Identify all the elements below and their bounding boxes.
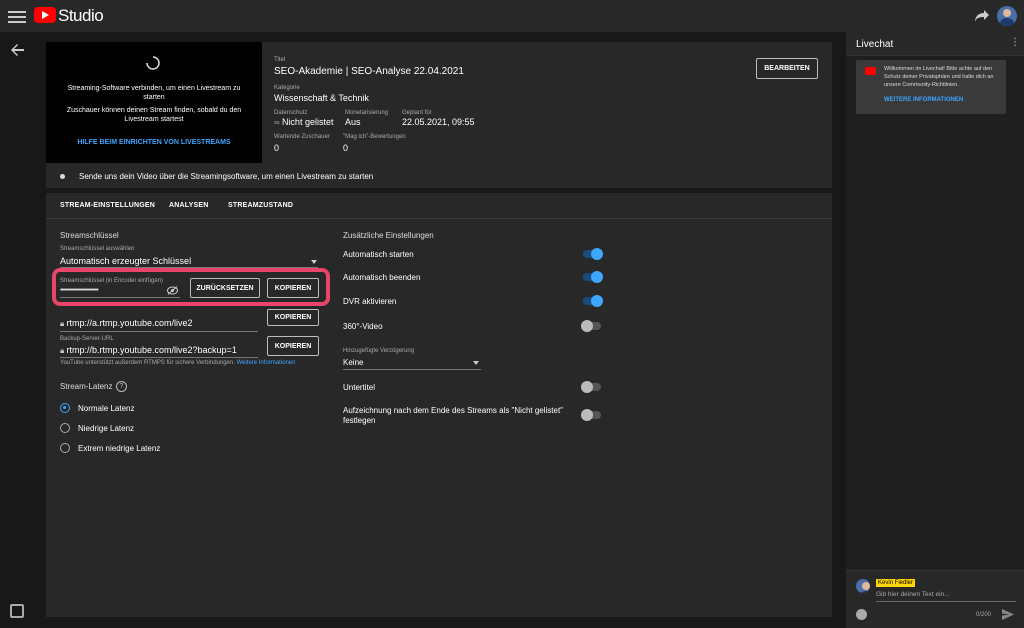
scheduled-label: Geplant für <box>402 110 432 116</box>
emoji-icon[interactable] <box>856 609 867 620</box>
likes-label: "Mag ich"-Bewertungen <box>343 134 406 140</box>
avatar[interactable] <box>997 6 1017 26</box>
help-icon[interactable]: ? <box>116 381 127 392</box>
chat-input-area: Kevin Fiedler Gib hier deinen Text ein..… <box>846 570 1024 628</box>
tab-bar: STREAM-EINSTELLUNGEN ANALYSEN STREAMZUST… <box>46 193 832 219</box>
chat-username-badge: Kevin Fiedler <box>876 579 916 587</box>
record-unlisted-label: Aufzeichnung nach dem Ende des Streams a… <box>343 406 564 425</box>
visibility-off-icon[interactable] <box>167 286 178 295</box>
category-value: Wissenschaft & Technik <box>274 93 369 103</box>
live-chat-panel <box>846 32 1024 628</box>
ultra-low-latency-label: Extrem niedrige Latenz <box>78 444 161 453</box>
rtmps-more-info-link[interactable]: Weitere Informationen <box>237 360 296 366</box>
key-select-dropdown[interactable]: Automatisch erzeugter Schlüssel <box>60 256 191 266</box>
subtitles-toggle[interactable] <box>581 381 601 393</box>
youtube-logo-icon[interactable] <box>34 7 56 23</box>
char-counter: 0/200 <box>976 612 992 618</box>
rtmps-note: YouTube unterstützt außerdem RTMPS für s… <box>60 360 296 366</box>
likes-value: 0 <box>343 143 349 153</box>
share-icon[interactable] <box>974 9 990 23</box>
copy-key-button[interactable]: KOPIEREN <box>267 278 319 298</box>
copy-backup-url-button[interactable]: KOPIEREN <box>267 336 319 356</box>
menu-icon[interactable] <box>8 8 26 24</box>
chat-header: Livechat ⋮ <box>846 32 1024 56</box>
monetization-value: Aus <box>345 117 361 127</box>
status-bar: Sende uns dein Video über die Streamings… <box>46 166 832 188</box>
chat-input[interactable]: Gib hier deinen Text ein... <box>876 591 950 598</box>
feedback-icon[interactable] <box>10 604 24 618</box>
dvr-label: DVR aktivieren <box>343 297 397 306</box>
auto-start-label: Automatisch starten <box>343 250 414 259</box>
backup-url-field[interactable]: 🔒︎ rtmp://b.rtmp.youtube.com/live2?backu… <box>60 345 237 356</box>
divider <box>60 331 258 332</box>
key-select-label: Streamschlüssel auswählen <box>60 246 135 252</box>
chat-title: Livechat <box>856 39 894 50</box>
preview-connect-text: Streaming-Software verbinden, um einen L… <box>67 85 241 101</box>
auto-start-toggle[interactable] <box>583 248 603 260</box>
chat-welcome-message: Willkommen im Livechat! Bitte achte auf … <box>856 60 1006 114</box>
loading-spinner-icon <box>146 56 160 70</box>
delay-label: Hinzugefügte Verzögerung <box>343 348 415 354</box>
server-url-field[interactable]: 🔒︎ rtmp://a.rtmp.youtube.com/live2 <box>60 318 193 329</box>
subtitles-label: Untertitel <box>343 383 376 392</box>
record-unlisted-toggle[interactable] <box>581 409 601 421</box>
chevron-down-icon <box>311 260 317 264</box>
delay-dropdown[interactable]: Keine <box>343 358 363 367</box>
chat-user-avatar <box>856 579 870 593</box>
360-video-toggle[interactable] <box>581 320 601 332</box>
360-video-label: 360°-Video <box>343 322 383 331</box>
monetization-label: Monetarisierung <box>345 110 389 116</box>
title-label: Titel <box>274 57 286 63</box>
backup-url-label: Backup-Server-URL <box>60 336 114 342</box>
divider <box>60 357 258 358</box>
edit-button[interactable]: BEARBEITEN <box>756 58 818 79</box>
status-dot-icon <box>60 174 65 179</box>
dvr-toggle[interactable] <box>583 295 603 307</box>
stream-key-field-label: Streamschlüssel (in Encoder einfügen) <box>60 278 164 284</box>
preview-viewers-text: Zuschauer können deinen Stream finden, s… <box>66 107 242 123</box>
privacy-value: ∞ Nicht gelistet <box>274 117 334 127</box>
radio-low-latency[interactable] <box>60 423 70 433</box>
auto-stop-label: Automatisch beenden <box>343 273 421 282</box>
normal-latency-label: Normale Latenz <box>78 404 135 413</box>
status-text: Sende uns dein Video über die Streamings… <box>79 172 374 181</box>
youtube-logo-icon <box>865 67 876 75</box>
app-title: Studio <box>58 6 104 25</box>
chevron-down-icon <box>473 361 479 365</box>
livestream-help-link[interactable]: HILFE BEIM EINRICHTEN VON LIVESTREAMS <box>60 139 248 146</box>
copy-url-button[interactable]: KOPIEREN <box>267 309 319 326</box>
latency-title: Stream-Latenz <box>60 382 113 391</box>
radio-normal-latency[interactable] <box>60 403 70 413</box>
chat-welcome-text: Willkommen im Livechat! Bitte achte auf … <box>884 66 994 88</box>
waiting-viewers-value: 0 <box>274 143 280 153</box>
divider <box>60 297 180 298</box>
tab-analytics[interactable]: ANALYSEN <box>169 202 208 209</box>
chat-more-info-link[interactable]: WEITERE INFORMATIONEN <box>884 97 963 103</box>
low-latency-label: Niedrige Latenz <box>78 424 135 433</box>
unlisted-link-icon: ∞ <box>274 118 282 127</box>
extra-settings-title: Zusätzliche Einstellungen <box>343 231 434 240</box>
tab-stream-health[interactable]: STREAMZUSTAND <box>228 202 293 209</box>
divider <box>876 601 1016 602</box>
scheduled-value: 22.05.2021, 09:55 <box>402 117 475 127</box>
divider <box>343 369 481 370</box>
top-bar: Studio <box>0 0 1024 32</box>
radio-ultra-low-latency[interactable] <box>60 443 70 453</box>
send-icon[interactable] <box>1002 609 1014 620</box>
stream-preview: Streaming-Software verbinden, um einen L… <box>46 42 262 163</box>
reset-button[interactable]: ZURÜCKSETZEN <box>190 278 260 298</box>
stream-key-section-title: Streamschlüssel <box>60 231 119 240</box>
more-vert-icon[interactable]: ⋮ <box>1010 37 1020 48</box>
stream-key-field[interactable]: •••••••••••••••••••••••••• <box>60 287 99 294</box>
stream-title: SEO-Akademie | SEO-Analyse 22.04.2021 <box>274 66 464 77</box>
privacy-label: Datenschutz <box>274 110 308 116</box>
back-arrow-icon[interactable] <box>10 42 26 58</box>
category-label: Kategorie <box>274 85 300 91</box>
tab-stream-settings[interactable]: STREAM-EINSTELLUNGEN <box>60 202 155 209</box>
waiting-viewers-label: Wartende Zuschauer <box>274 134 330 140</box>
auto-stop-toggle[interactable] <box>583 271 603 283</box>
